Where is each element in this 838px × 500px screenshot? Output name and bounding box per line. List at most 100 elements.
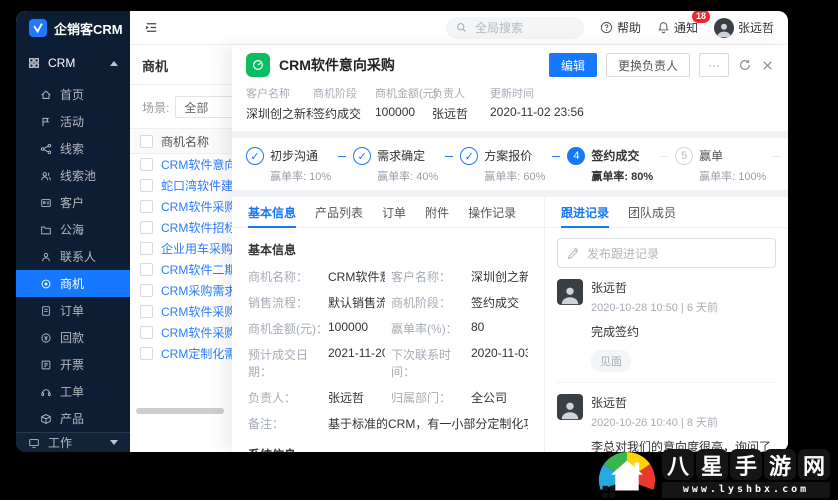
row-link[interactable]: 蛇口湾软件建设 [161, 177, 232, 194]
watermark-char: 手 [730, 449, 762, 480]
scene-select-value: 全部 [184, 100, 209, 115]
table-row[interactable]: CRM软件意向采购 [130, 154, 232, 175]
notifications-button[interactable]: 通知 18 [657, 11, 710, 36]
step-won[interactable]: 5 赢单 赢单率: 100% [675, 147, 766, 184]
table-row[interactable]: CRM软件采购 [130, 196, 232, 217]
watermark-char: 游 [764, 449, 796, 480]
tab-team-members[interactable]: 团队成员 [628, 197, 676, 227]
folder-icon [40, 224, 52, 236]
tab-followup-records[interactable]: 跟进记录 [561, 197, 610, 228]
search-input[interactable] [472, 19, 557, 36]
row-link[interactable]: 企业用车采购 [161, 240, 232, 257]
scene-filter-row: 场景: 全部 [130, 85, 232, 128]
scene-label: 场景: [142, 100, 170, 115]
table-row[interactable]: 蛇口湾软件建设 [130, 175, 232, 196]
menu-fold-icon[interactable] [144, 20, 159, 35]
edit-pencil-icon [567, 246, 580, 260]
sidebar-item-opportunities[interactable]: 商机 [16, 270, 130, 297]
more-actions-button[interactable]: ··· [699, 53, 729, 77]
sidebar-item-tickets[interactable]: 工单 [16, 378, 130, 405]
step-signed[interactable]: 4 签约成交 赢单率: 80% [567, 147, 653, 184]
followup-entry: 张远哲 2020-10-28 10:50 | 6 天前 完成签约 见面 [557, 268, 776, 383]
table-row[interactable]: CRM软件二期采购 [130, 259, 232, 280]
sidebar-item-products[interactable]: 产品 [16, 405, 130, 432]
row-link[interactable]: CRM软件二期采购 [161, 261, 232, 278]
step-initial-contact[interactable]: ✓ 初步沟通 赢单率: 10% [246, 147, 331, 184]
watermark-char: 八 [662, 449, 694, 480]
step-check-icon: ✓ [460, 147, 479, 165]
customer-link[interactable]: 深圳创之新科技有限公... [246, 105, 313, 122]
opportunity-gauge-icon [246, 53, 270, 77]
sidebar-section-crm[interactable]: CRM [16, 45, 130, 79]
basic-info-content: 基本信息 商机名称： CRM软件意向采购 客户名称： 深圳创之新科技有限公司 销售流… [232, 228, 544, 452]
row-checkbox[interactable] [140, 221, 153, 234]
table-row[interactable]: CRM定制化需求 [130, 343, 232, 364]
row-link[interactable]: CRM采购需求 [161, 282, 232, 299]
info-value: 2020-11-03 [471, 346, 528, 360]
close-icon[interactable] [761, 59, 774, 72]
row-checkbox[interactable] [140, 284, 153, 297]
sidebar-item-home[interactable]: 首页 [16, 81, 130, 108]
row-link[interactable]: CRM软件意向采购 [161, 156, 232, 173]
composer-placeholder: 发布跟进记录 [587, 246, 660, 261]
select-all-checkbox[interactable] [140, 134, 153, 148]
tab-operation-log[interactable]: 操作记录 [468, 197, 516, 227]
sidebar-item-lead-pool[interactable]: 线索池 [16, 162, 130, 189]
step-rate: 赢单率: 40% [377, 171, 439, 183]
user-menu[interactable]: 张远哲 [713, 17, 774, 38]
row-link[interactable]: CRM软件采购 [161, 198, 232, 215]
step-label: 签约成交 [591, 149, 640, 163]
info-label: 商机阶段： [391, 296, 452, 310]
tab-product-list[interactable]: 产品列表 [315, 197, 363, 227]
sidebar-item-label: 产品 [60, 412, 85, 426]
table-row[interactable]: CRM软件招标采购 [130, 217, 232, 238]
sidebar-item-orders[interactable]: 订单 [16, 297, 130, 324]
followup-composer[interactable]: 发布跟进记录 [557, 238, 776, 268]
step-requirements[interactable]: ✓ 需求确定 赢单率: 40% [353, 147, 438, 184]
tab-orders[interactable]: 订单 [382, 197, 406, 227]
row-link[interactable]: CRM软件采购需求 [161, 303, 232, 320]
row-link[interactable]: CRM软件采购需求 [161, 324, 232, 341]
info-label: 预计成交日期： [248, 348, 309, 379]
sidebar-section-work[interactable]: 工作 [16, 432, 130, 452]
stage-stepper: ✓ 初步沟通 赢单率: 10% ✓ 需求确定 赢单率: 40% ✓ 方案报价 赢… [232, 138, 788, 190]
row-checkbox[interactable] [140, 179, 153, 192]
table-row[interactable]: 企业用车采购 [130, 238, 232, 259]
sidebar-item-contacts[interactable]: 联系人 [16, 243, 130, 270]
sidebar-item-public-sea[interactable]: 公海 [16, 216, 130, 243]
sidebar-item-customers[interactable]: 客户 [16, 189, 130, 216]
row-link[interactable]: CRM定制化需求 [161, 345, 232, 362]
tab-attachments[interactable]: 附件 [425, 197, 449, 227]
sidebar-item-invoices[interactable]: 开票 [16, 351, 130, 378]
row-checkbox[interactable] [140, 158, 153, 171]
watermark-house-logo [597, 437, 657, 499]
edit-button[interactable]: 编辑 [548, 53, 597, 77]
row-checkbox[interactable] [140, 263, 153, 276]
tab-basic-info[interactable]: 基本信息 [248, 197, 297, 228]
table-row[interactable]: CRM采购需求 [130, 280, 232, 301]
row-checkbox[interactable] [140, 305, 153, 318]
row-checkbox[interactable] [140, 200, 153, 213]
brand-name: 企销客CRM [54, 21, 123, 37]
customer-link[interactable]: 深圳创之新科技有限公司 [471, 268, 528, 285]
scene-select[interactable]: 全部 [175, 96, 232, 118]
id-card-icon [40, 197, 52, 209]
row-checkbox[interactable] [140, 242, 153, 255]
info-value: 默认销售流程 [328, 296, 385, 310]
global-search[interactable] [445, 16, 584, 39]
change-owner-button[interactable]: 更换负责人 [605, 53, 690, 77]
row-checkbox[interactable] [140, 347, 153, 360]
sidebar-item-leads[interactable]: 线索 [16, 135, 130, 162]
step-quote[interactable]: ✓ 方案报价 赢单率: 60% [460, 147, 545, 184]
step-connector [445, 156, 454, 157]
refresh-icon[interactable] [738, 58, 752, 72]
table-row[interactable]: CRM软件采购需求 [130, 322, 232, 343]
table-row[interactable]: CRM软件采购需求 [130, 301, 232, 322]
sidebar-item-activity[interactable]: 活动 [16, 108, 130, 135]
help-button[interactable]: 帮助 [600, 19, 641, 36]
step-check-icon: ✓ [353, 147, 372, 165]
row-link[interactable]: CRM软件招标采购 [161, 219, 232, 236]
row-checkbox[interactable] [140, 326, 153, 339]
sidebar-item-payments[interactable]: 回款 [16, 324, 130, 351]
horizontal-scrollbar[interactable] [136, 408, 224, 414]
